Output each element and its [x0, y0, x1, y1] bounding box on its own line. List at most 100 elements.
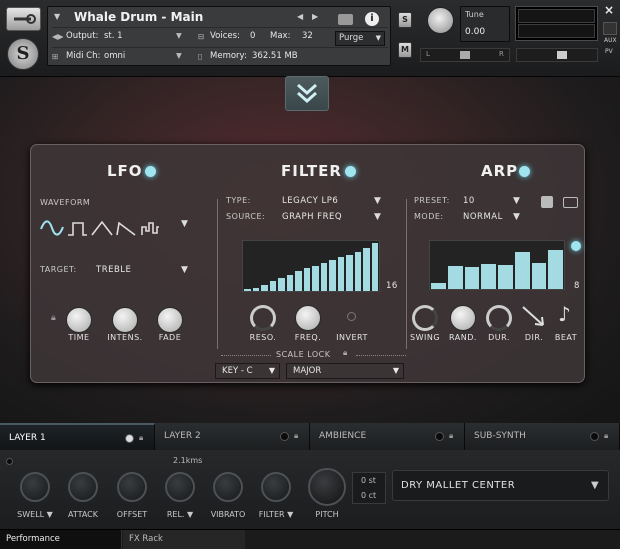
- filter-step-6[interactable]: [286, 275, 293, 291]
- target-value[interactable]: TREBLE: [96, 265, 131, 275]
- arp-step-8[interactable]: [548, 250, 563, 289]
- ambience-lock-icon[interactable]: 🔒︎: [449, 423, 453, 449]
- layer-2-lock-icon[interactable]: 🔒︎: [294, 423, 298, 449]
- output-dropdown-icon[interactable]: ▼: [176, 31, 182, 40]
- frequency-knob[interactable]: [295, 305, 321, 331]
- close-icon[interactable]: ×: [604, 3, 614, 17]
- filter-step-5[interactable]: [278, 278, 285, 291]
- tune-knob[interactable]: [427, 7, 454, 34]
- volume-handle[interactable]: [557, 51, 567, 59]
- camera-icon[interactable]: [338, 14, 353, 25]
- arp-preset-value[interactable]: 10: [463, 196, 475, 206]
- arp-step-7[interactable]: [531, 263, 547, 289]
- pv-button[interactable]: PV: [605, 48, 613, 55]
- arp-preset-dropdown-icon[interactable]: ▼: [513, 196, 520, 206]
- arp-mode-dropdown-icon[interactable]: ▼: [513, 212, 520, 222]
- folder-icon[interactable]: [563, 197, 578, 208]
- purge-dropdown[interactable]: Purge ▼: [335, 31, 385, 46]
- volume-slider[interactable]: [516, 48, 598, 62]
- layer-preset-dropdown[interactable]: DRY MALLET CENTER ▼: [392, 470, 609, 501]
- duration-knob[interactable]: [486, 305, 512, 331]
- tune-value[interactable]: 0.00: [465, 27, 485, 37]
- expand-chevron-button[interactable]: [285, 76, 329, 111]
- filter-step-2[interactable]: [252, 288, 259, 291]
- tab-performance[interactable]: Performance: [0, 530, 122, 549]
- filter-step-14[interactable]: [354, 252, 361, 291]
- semitone-value[interactable]: 0 st: [361, 476, 376, 485]
- filter-label[interactable]: FILTER ▼: [251, 510, 301, 519]
- filter-step-7[interactable]: [295, 271, 302, 291]
- filter-step-16[interactable]: [371, 243, 378, 291]
- filter-step-3[interactable]: [261, 285, 268, 291]
- midi-dropdown-icon[interactable]: ▼: [176, 51, 182, 60]
- tab-sub-synth[interactable]: SUB-SYNTH 🔒︎: [465, 423, 620, 450]
- max-value[interactable]: 32: [302, 31, 313, 41]
- tab-fx-rack[interactable]: FX Rack: [123, 530, 245, 549]
- layer-power-icon[interactable]: [6, 458, 13, 465]
- invert-toggle[interactable]: [347, 312, 356, 321]
- filter-type-dropdown-icon[interactable]: ▼: [374, 196, 381, 206]
- filter-step-13[interactable]: [346, 255, 353, 291]
- filter-type-value[interactable]: LEGACY LP6: [282, 196, 338, 206]
- waveform-dropdown-icon[interactable]: ▼: [181, 219, 188, 229]
- lock-icon[interactable]: 🔒︎: [51, 313, 56, 323]
- filter-power-led[interactable]: [345, 166, 356, 177]
- filter-step-10[interactable]: [320, 263, 327, 291]
- vibrato-knob[interactable]: [213, 472, 243, 502]
- swell-label[interactable]: SWELL ▼: [10, 510, 60, 519]
- filter-step-8[interactable]: [303, 268, 310, 291]
- attack-knob[interactable]: [68, 472, 98, 502]
- sub-synth-power-icon[interactable]: [590, 432, 599, 441]
- arp-step-5[interactable]: [498, 265, 513, 289]
- intensity-knob[interactable]: [112, 307, 138, 333]
- layer-1-power-icon[interactable]: [125, 434, 134, 443]
- swing-knob[interactable]: [412, 305, 438, 331]
- time-knob[interactable]: [66, 307, 92, 333]
- filter-step-15[interactable]: [363, 248, 370, 291]
- pitch-knob[interactable]: [308, 468, 346, 506]
- random-knob[interactable]: [450, 305, 476, 331]
- filter-source-value[interactable]: GRAPH FREQ: [282, 212, 342, 222]
- wrench-icon[interactable]: [6, 7, 41, 31]
- direction-arrow-icon[interactable]: [519, 303, 549, 331]
- instrument-name[interactable]: Whale Drum - Main: [74, 10, 203, 24]
- arp-step-3[interactable]: [464, 267, 480, 289]
- save-icon[interactable]: [541, 196, 553, 208]
- key-dropdown[interactable]: KEY - C ▼: [215, 363, 280, 379]
- filter-knob[interactable]: [261, 472, 291, 502]
- target-dropdown-icon[interactable]: ▼: [181, 265, 188, 275]
- cent-value[interactable]: 0 ct: [361, 491, 376, 500]
- filter-step-12[interactable]: [337, 257, 344, 291]
- note-icon[interactable]: ♪: [558, 302, 571, 326]
- info-icon[interactable]: i: [365, 12, 379, 26]
- release-knob[interactable]: [165, 472, 195, 502]
- swell-knob[interactable]: [20, 472, 50, 502]
- filter-step-9[interactable]: [312, 266, 319, 291]
- pan-handle[interactable]: [460, 51, 470, 59]
- aux-button[interactable]: AUX: [604, 37, 617, 44]
- layer-2-power-icon[interactable]: [280, 432, 289, 441]
- layer-1-lock-icon[interactable]: 🔒︎: [139, 425, 143, 451]
- midi-value[interactable]: omni: [104, 51, 125, 61]
- tab-layer-1[interactable]: LAYER 1 🔒︎: [0, 423, 155, 450]
- filter-step-11[interactable]: [329, 260, 336, 291]
- arp-step-4[interactable]: [481, 264, 496, 289]
- tab-ambience[interactable]: AMBIENCE 🔒︎: [310, 423, 465, 450]
- arp-step-2[interactable]: [447, 266, 463, 289]
- solo-button[interactable]: S: [398, 12, 412, 28]
- scale-dropdown[interactable]: MAJOR ▼: [286, 363, 404, 379]
- filter-step-1[interactable]: [244, 289, 251, 291]
- arp-mode-value[interactable]: NORMAL: [463, 212, 503, 222]
- offset-knob[interactable]: [117, 472, 147, 502]
- fade-knob[interactable]: [157, 307, 183, 333]
- release-label[interactable]: REL. ▼: [155, 510, 205, 519]
- arp-step-1[interactable]: [431, 283, 446, 289]
- arp-power-led[interactable]: [519, 166, 530, 177]
- lfo-power-led[interactable]: [145, 166, 156, 177]
- scale-lock-icon[interactable]: 🔒︎: [343, 348, 347, 358]
- filter-source-dropdown-icon[interactable]: ▼: [374, 212, 381, 222]
- ambience-power-icon[interactable]: [435, 432, 444, 441]
- prev-instrument-icon[interactable]: ◀: [297, 12, 303, 21]
- arp-step-graph[interactable]: [429, 240, 565, 290]
- output-value[interactable]: st. 1: [104, 31, 123, 41]
